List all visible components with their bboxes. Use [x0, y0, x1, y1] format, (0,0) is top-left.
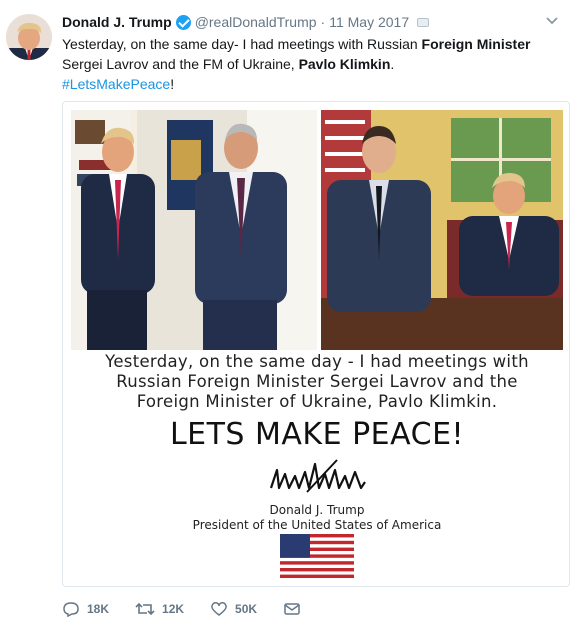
caption-line: Russian Foreign Minister Sergei Lavrov a… [116, 372, 518, 391]
signer-title: President of the United States of Americ… [192, 518, 442, 532]
direct-message-button[interactable] [283, 602, 308, 616]
tweet-text: Yesterday, on the same day- I had meetin… [62, 34, 562, 94]
like-button[interactable]: 50K [210, 601, 257, 617]
tweet-text-part: ! [170, 76, 175, 92]
signature [269, 459, 366, 493]
reply-count: 18K [87, 602, 110, 616]
author-name[interactable]: Donald J. Trump [62, 14, 172, 30]
hashtag-link[interactable]: #LetsMakePeace [62, 76, 170, 92]
signer-name: Donald J. Trump [269, 503, 365, 517]
tweet-media[interactable]: Yesterday, on the same day - I had meeti… [62, 101, 570, 587]
image-caption: Yesterday, on the same day - I had meeti… [63, 352, 569, 412]
like-count: 50K [235, 602, 258, 616]
photo-left [71, 110, 317, 350]
caption-line: Yesterday, on the same day - I had meeti… [105, 352, 529, 371]
tweet-text-bold: Foreign Minister [421, 36, 531, 52]
reply-icon [63, 602, 79, 617]
photo-right [321, 110, 563, 350]
photo-collage [71, 110, 563, 350]
heart-icon [211, 602, 227, 616]
retweet-button[interactable]: 12K [135, 601, 184, 617]
reply-button[interactable]: 18K [62, 601, 109, 617]
author-handle[interactable]: @realDonaldTrump [195, 14, 317, 30]
message-icon [284, 603, 300, 615]
tweet-text-part: Sergei Lavrov and the FM of Ukraine, [62, 56, 299, 72]
tweet-text-part: Yesterday, on the same day- I had meetin… [62, 36, 422, 52]
chevron-down-icon[interactable] [545, 13, 559, 29]
sms-icon [417, 17, 430, 27]
us-flag-icon [280, 534, 354, 578]
caption-line: Foreign Minister of Ukraine, Pavlo Klimk… [136, 392, 498, 411]
tweet-actions: 18K 12K 50K [62, 598, 334, 620]
verified-badge-icon [175, 14, 191, 30]
tweet: Donald J. Trump @realDonaldTrump · 11 Ma… [0, 0, 583, 641]
tweet-text-bold: Pavlo Klimkin [298, 56, 391, 72]
tweet-header: Donald J. Trump @realDonaldTrump · 11 Ma… [62, 12, 563, 32]
tweet-date[interactable]: 11 May 2017 [329, 14, 409, 30]
retweet-icon [135, 602, 155, 616]
separator: · [320, 14, 326, 30]
retweet-count: 12K [162, 602, 185, 616]
avatar[interactable] [6, 14, 52, 60]
slogan: LETS MAKE PEACE! [169, 417, 465, 452]
tweet-text-part: . [390, 56, 395, 72]
